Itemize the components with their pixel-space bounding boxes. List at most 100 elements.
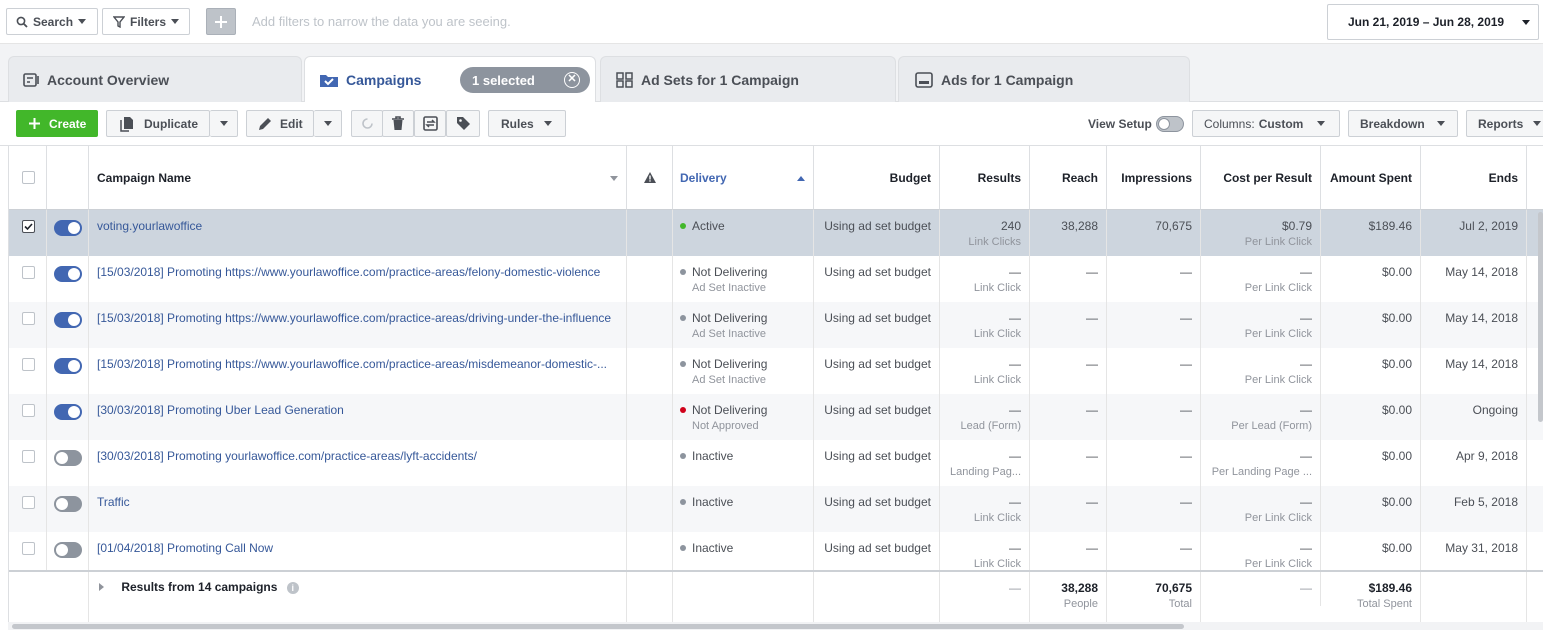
select-all-checkbox[interactable] — [22, 171, 35, 184]
tag-button[interactable] — [446, 110, 480, 137]
summary-cost: — — [1201, 572, 1321, 606]
row-checkbox[interactable] — [22, 312, 35, 325]
date-range-picker[interactable]: Jun 21, 2019 – Jun 28, 2019 — [1327, 4, 1539, 40]
reach-cell: — — [1030, 486, 1107, 532]
dashboard-icon — [23, 72, 39, 87]
header-ends[interactable]: Ends — [1421, 146, 1527, 210]
duplicate-button[interactable]: Duplicate — [106, 110, 210, 137]
summary-label-cell[interactable]: Results from 14 campaigns i — [89, 572, 627, 622]
campaign-toggle[interactable] — [54, 266, 82, 282]
header-warnings[interactable] — [627, 146, 673, 210]
search-button[interactable]: Search — [6, 8, 98, 35]
campaign-toggle[interactable] — [54, 450, 82, 466]
campaign-toggle[interactable] — [54, 496, 82, 512]
reach-cell: — — [1030, 440, 1107, 486]
header-budget[interactable]: Budget — [814, 146, 940, 210]
row-select-cell — [9, 348, 47, 394]
cost-cell: — Per Landing Page ... — [1201, 440, 1321, 486]
campaign-name-link[interactable]: Traffic — [89, 486, 627, 532]
vertical-scrollbar-thumb[interactable] — [1538, 212, 1543, 422]
tab-ads[interactable]: Ads for 1 Campaign — [898, 56, 1190, 102]
date-range-label: Jun 21, 2019 – Jun 28, 2019 — [1348, 15, 1505, 29]
row-checkbox[interactable] — [22, 542, 35, 555]
campaign-name-link[interactable]: [15/03/2018] Promoting https://www.yourl… — [89, 256, 627, 302]
delivery-cell: Inactive — [673, 440, 814, 486]
campaign-toggle[interactable] — [54, 312, 82, 328]
tab-ad-sets[interactable]: Ad Sets for 1 Campaign — [600, 56, 896, 102]
filters-button[interactable]: Filters — [102, 8, 190, 35]
campaign-toggle[interactable] — [54, 220, 82, 236]
campaign-name-link[interactable]: voting.yourlawoffice — [89, 210, 627, 256]
columns-button[interactable]: Columns: Custom — [1192, 110, 1340, 137]
table-row[interactable]: [15/03/2018] Promoting https://www.yourl… — [9, 256, 1543, 302]
refresh-button[interactable] — [351, 110, 383, 137]
campaign-toggle[interactable] — [54, 404, 82, 420]
chevron-down-icon — [1317, 121, 1326, 126]
results-cell: — Link Click — [940, 486, 1030, 532]
header-cost-per-result[interactable]: Cost per Result — [1201, 146, 1321, 210]
clear-selection-icon[interactable]: ✕ — [564, 72, 580, 88]
table-row[interactable]: voting.yourlawoffice Active Using ad set b… — [9, 210, 1543, 256]
table-row[interactable]: [30/03/2018] Promoting yourlawoffice.com… — [9, 440, 1543, 486]
status-dot — [680, 499, 686, 505]
row-checkbox[interactable] — [22, 450, 35, 463]
horizontal-scrollbar-thumb[interactable] — [12, 624, 1184, 629]
impressions-cell: — — [1107, 348, 1201, 394]
header-delivery[interactable]: Delivery — [673, 146, 814, 210]
reports-button[interactable]: Reports — [1466, 110, 1543, 137]
cost-value: — — [1300, 357, 1312, 371]
results-value: — — [1009, 357, 1021, 371]
row-checkbox[interactable] — [22, 404, 35, 417]
campaign-name-link[interactable]: [30/03/2018] Promoting yourlawoffice.com… — [89, 440, 627, 486]
cost-value: — — [1300, 265, 1312, 279]
row-checkbox[interactable] — [22, 358, 35, 371]
table-row[interactable]: Traffic Inactive Using ad set budget — Link … — [9, 486, 1543, 532]
tab-campaigns[interactable]: Campaigns 1 selected ✕ — [304, 56, 596, 103]
row-checkbox[interactable] — [22, 220, 35, 233]
summary-spacer — [9, 572, 89, 622]
campaign-name-link[interactable]: [15/03/2018] Promoting https://www.yourl… — [89, 302, 627, 348]
view-setup-toggle[interactable] — [1156, 116, 1184, 132]
campaign-toggle[interactable] — [54, 542, 82, 558]
header-impressions[interactable]: Impressions — [1107, 146, 1201, 210]
table-row[interactable]: [15/03/2018] Promoting https://www.yourl… — [9, 302, 1543, 348]
selection-pill[interactable]: 1 selected ✕ — [460, 67, 590, 93]
results-value: 240 — [1000, 219, 1021, 233]
edit-menu-button[interactable] — [314, 110, 342, 137]
tab-account-overview[interactable]: Account Overview — [8, 56, 302, 102]
table-row[interactable]: [15/03/2018] Promoting https://www.yourl… — [9, 348, 1543, 394]
cost-cell: — Per Link Click — [1201, 486, 1321, 532]
results-sub: Link Click — [973, 512, 1021, 524]
info-icon[interactable]: i — [286, 582, 299, 594]
header-campaign-name[interactable]: Campaign Name — [89, 146, 627, 210]
edit-button[interactable]: Edit — [246, 110, 314, 137]
header-results[interactable]: Results — [940, 146, 1030, 210]
create-button[interactable]: Create — [16, 110, 98, 137]
warning-cell — [627, 210, 673, 256]
pencil-icon — [259, 117, 271, 130]
delivery-cell: Active — [673, 210, 814, 256]
level-tabs: Account Overview Campaigns 1 selected ✕ … — [0, 44, 1543, 103]
table-row[interactable]: [30/03/2018] Promoting Uber Lead Generat… — [9, 394, 1543, 440]
row-checkbox[interactable] — [22, 266, 35, 279]
chevron-down-icon — [543, 121, 552, 126]
campaign-toggle[interactable] — [54, 358, 82, 374]
campaign-name-link[interactable]: [30/03/2018] Promoting Uber Lead Generat… — [89, 394, 627, 440]
expand-icon[interactable] — [99, 583, 104, 591]
delete-button[interactable] — [382, 110, 414, 137]
budget-cell: Using ad set budget — [814, 210, 940, 256]
row-checkbox[interactable] — [22, 496, 35, 509]
budget-cell: Using ad set budget — [814, 256, 940, 302]
add-filter-button[interactable] — [206, 8, 236, 35]
column-label: Ends — [1488, 170, 1518, 185]
cost-value: — — [1300, 311, 1312, 325]
header-amount-spent[interactable]: Amount Spent — [1321, 146, 1421, 210]
header-reach[interactable]: Reach — [1030, 146, 1107, 210]
campaign-name-link[interactable]: [15/03/2018] Promoting https://www.yourl… — [89, 348, 627, 394]
breakdown-button[interactable]: Breakdown — [1348, 110, 1458, 137]
duplicate-menu-button[interactable] — [210, 110, 238, 137]
compare-button[interactable] — [414, 110, 446, 137]
results-sub: Lead (Form) — [960, 420, 1021, 432]
row-select-cell — [9, 486, 47, 532]
rules-button[interactable]: Rules — [488, 110, 566, 137]
